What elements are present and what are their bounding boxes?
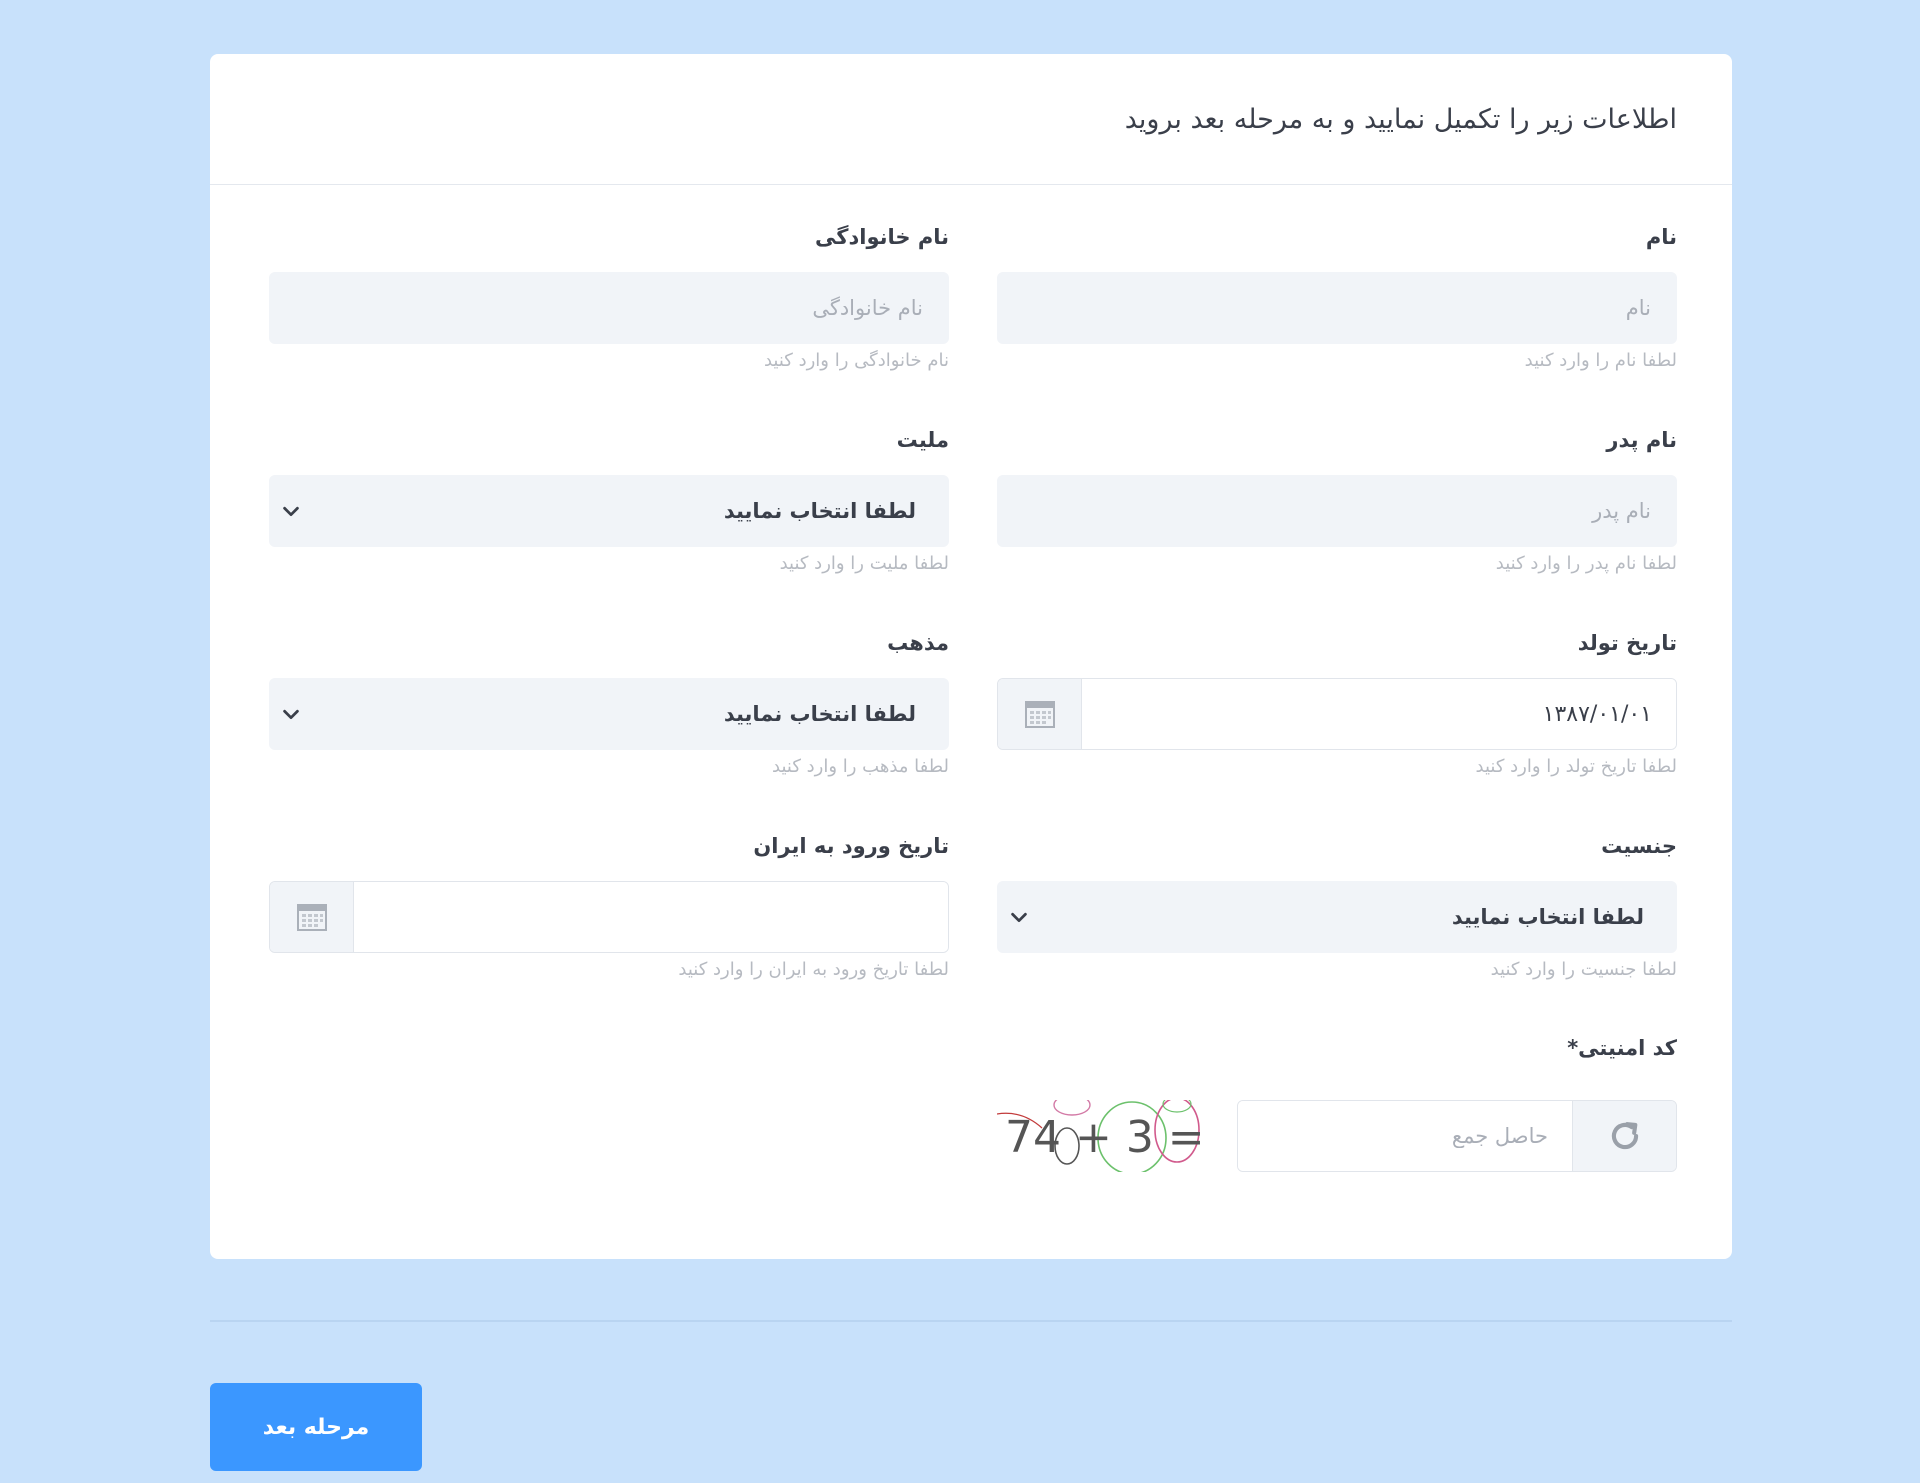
birth-date-input[interactable]	[1082, 679, 1676, 749]
chevron-down-icon	[1011, 912, 1027, 923]
first-name-field: نام لطفا نام را وارد کنید	[997, 222, 1677, 371]
last-name-field: نام خانوادگی نام خانوادگی را وارد کنید	[269, 222, 949, 371]
next-step-button[interactable]: مرحله بعد	[210, 1383, 422, 1471]
religion-field: مذهب لطفا انتخاب نمایید لطفا مذهب را وار…	[269, 628, 949, 777]
nationality-field: ملیت لطفا انتخاب نمایید لطفا ملیت را وار…	[269, 425, 949, 574]
father-name-label: نام پدر	[1606, 428, 1677, 452]
footer-divider	[210, 1320, 1732, 1322]
form-body: نام لطفا نام را وارد کنید نام خانوادگی ن…	[210, 185, 1732, 1259]
father-name-help: لطفا نام پدر را وارد کنید	[1495, 553, 1677, 574]
captcha-row: 74 + 3 = ?	[996, 1094, 1677, 1175]
entry-date-label: تاریخ ورود به ایران	[753, 834, 949, 858]
first-name-help: لطفا نام را وارد کنید	[1524, 350, 1677, 371]
religion-select[interactable]: لطفا انتخاب نمایید	[269, 678, 949, 750]
captcha-field: کد امنیتی*	[997, 1033, 1677, 1063]
entry-date-input[interactable]	[354, 882, 948, 952]
last-name-help: نام خانوادگی را وارد کنید	[763, 350, 949, 371]
refresh-icon	[1611, 1122, 1638, 1150]
entry-date-help: لطفا تاریخ ورود به ایران را وارد کنید	[678, 959, 949, 980]
captcha-label: کد امنیتی*	[997, 1033, 1677, 1063]
nationality-label: ملیت	[896, 428, 949, 452]
card-header: اطلاعات زیر را تکمیل نمایید و به مرحله ب…	[210, 54, 1732, 185]
captcha-refresh-button[interactable]	[1572, 1101, 1676, 1171]
captcha-input[interactable]	[1238, 1101, 1572, 1171]
gender-selected-value: لطفا انتخاب نمایید	[1451, 905, 1644, 929]
chevron-down-icon	[283, 506, 299, 517]
required-mark: *	[1567, 1036, 1579, 1060]
last-name-control	[269, 272, 949, 344]
captcha-image: 74 + 3 = ?	[996, 1094, 1242, 1175]
birth-date-label: تاریخ تولد	[1577, 631, 1677, 655]
captcha-input-group	[1237, 1100, 1677, 1172]
birth-date-calendar-button[interactable]	[998, 679, 1082, 749]
form-card: اطلاعات زیر را تکمیل نمایید و به مرحله ب…	[210, 54, 1732, 1259]
birth-date-field: تاریخ تولد لطفا تاریخ تولد را وارد	[997, 628, 1677, 777]
father-name-input[interactable]	[998, 476, 1676, 546]
last-name-label: نام خانوادگی	[815, 225, 949, 249]
nationality-selected-value: لطفا انتخاب نمایید	[723, 499, 916, 523]
birth-date-help: لطفا تاریخ تولد را وارد کنید	[1475, 756, 1677, 777]
nationality-select[interactable]: لطفا انتخاب نمایید	[269, 475, 949, 547]
gender-field: جنسیت لطفا انتخاب نمایید لطفا جنسیت را و…	[997, 831, 1677, 980]
first-name-label: نام	[1645, 225, 1677, 249]
father-name-control	[997, 475, 1677, 547]
chevron-down-icon	[283, 709, 299, 720]
first-name-input[interactable]	[998, 273, 1676, 343]
captcha-noise: 74 + 3 = ?	[996, 1094, 1242, 1175]
gender-label: جنسیت	[1601, 834, 1677, 858]
page-title: اطلاعات زیر را تکمیل نمایید و به مرحله ب…	[1124, 103, 1677, 135]
religion-help: لطفا مذهب را وارد کنید	[772, 756, 949, 777]
last-name-input[interactable]	[270, 273, 948, 343]
gender-select[interactable]: لطفا انتخاب نمایید	[997, 881, 1677, 953]
nationality-help: لطفا ملیت را وارد کنید	[779, 553, 949, 574]
birth-date-control	[997, 678, 1677, 750]
entry-date-field: تاریخ ورود به ایران لطفا تاریخ ورود به ا…	[269, 831, 949, 980]
religion-label: مذهب	[887, 631, 949, 655]
entry-date-control	[269, 881, 949, 953]
first-name-control	[997, 272, 1677, 344]
captcha-label-text: کد امنیتی	[1578, 1036, 1677, 1060]
calendar-icon	[1024, 701, 1055, 728]
captcha-text: 74 + 3 = ?	[1005, 1112, 1207, 1163]
gender-help: لطفا جنسیت را وارد کنید	[1490, 959, 1677, 980]
calendar-icon	[296, 904, 327, 931]
entry-date-calendar-button[interactable]	[270, 882, 354, 952]
father-name-field: نام پدر لطفا نام پدر را وارد کنید	[997, 425, 1677, 574]
religion-selected-value: لطفا انتخاب نمایید	[723, 702, 916, 726]
